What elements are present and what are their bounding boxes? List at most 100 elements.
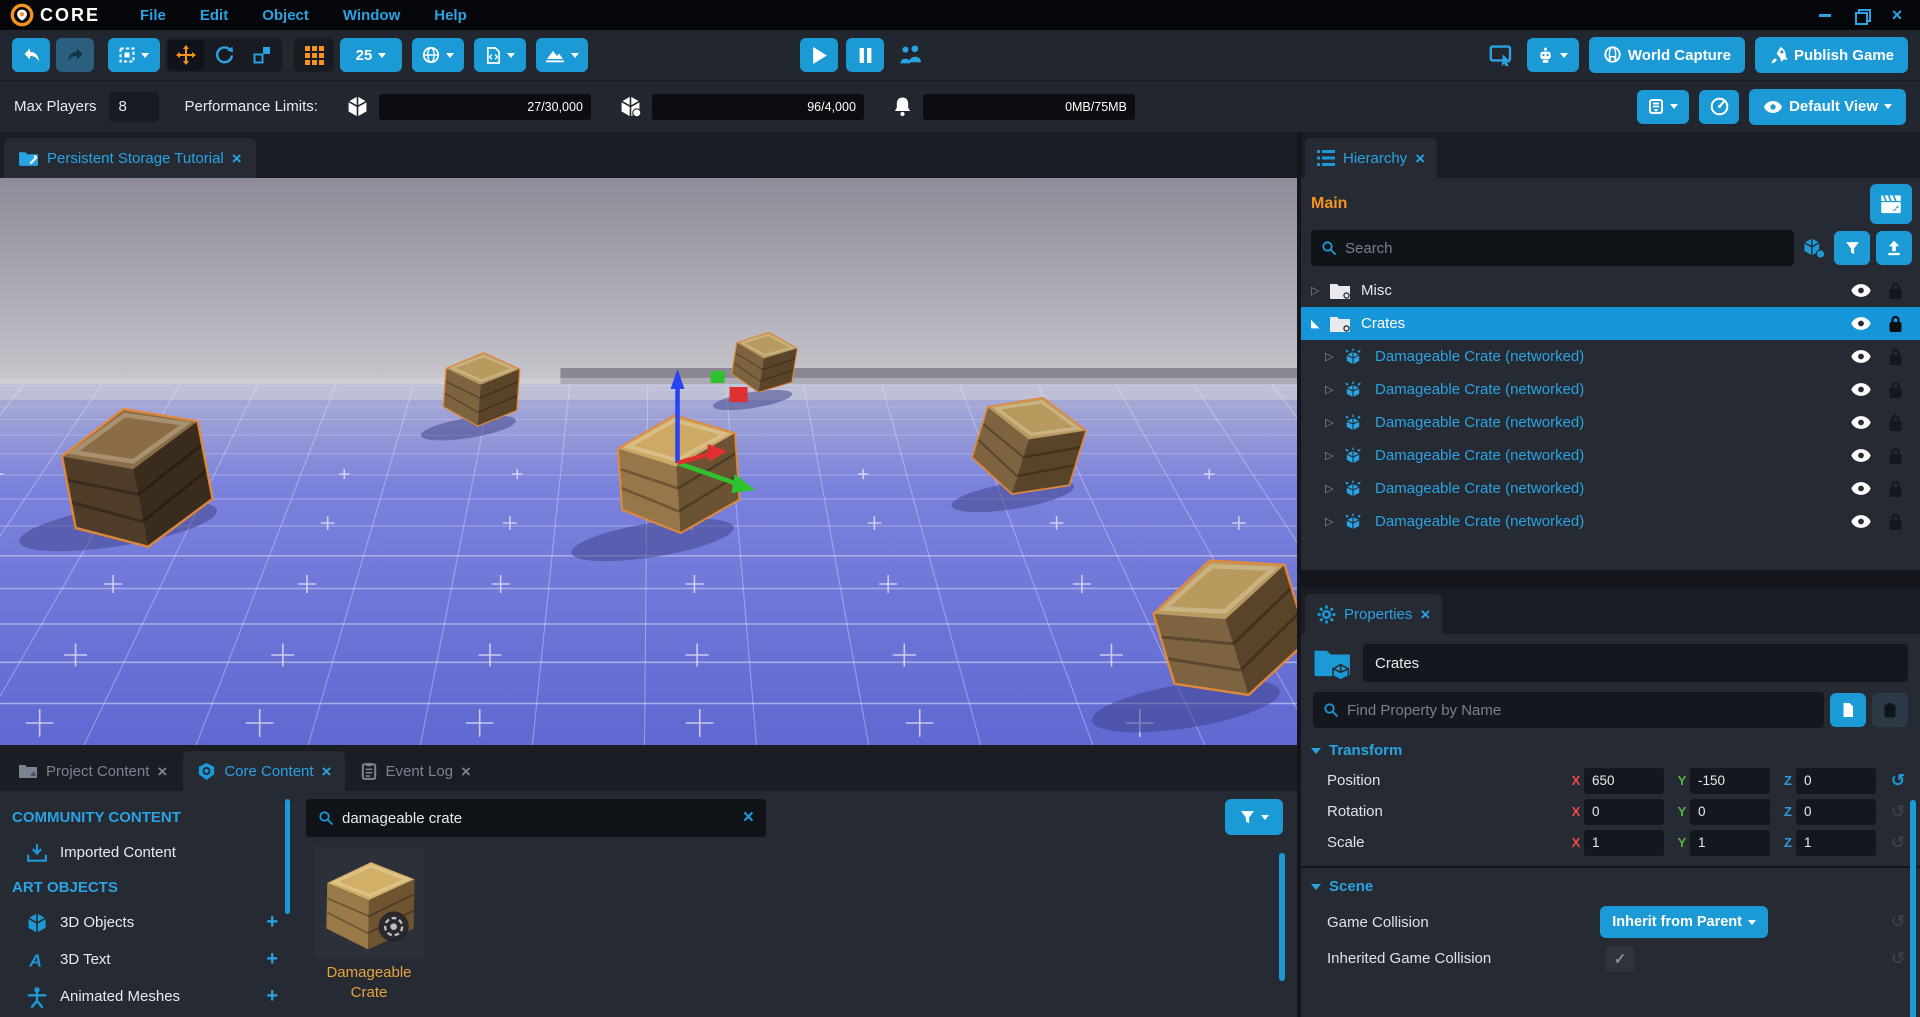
visibility-eye-icon[interactable] [1850,481,1874,496]
hierarchy-row[interactable]: ▷Damageable Crate (networked) [1301,505,1920,538]
reset-inherited-collision-button[interactable]: ↺ [1886,949,1910,969]
gizmo-plane-handle-red[interactable] [730,387,748,402]
add-object-button[interactable]: + [266,985,278,1008]
position-z-input[interactable] [1796,768,1876,794]
grid-size-dropdown[interactable]: 25 [340,38,402,72]
tab-core-content[interactable]: Core Content × [183,751,345,791]
menu-object[interactable]: Object [262,7,309,24]
reset-rotation-button[interactable]: ↺ [1886,802,1910,822]
grid-snap-button[interactable] [296,40,332,70]
visibility-eye-icon[interactable] [1850,349,1874,364]
game-collision-dropdown[interactable]: Inherit from Parent [1600,906,1768,938]
scene-root-label[interactable]: Main [1311,195,1347,213]
tab-hierarchy[interactable]: Hierarchy × [1305,138,1437,178]
scene-section-header[interactable]: Scene [1301,870,1920,901]
close-icon[interactable]: × [1415,150,1425,167]
menu-file[interactable]: File [140,7,166,24]
close-icon[interactable]: × [157,763,167,780]
lock-icon[interactable] [1888,282,1904,300]
rotation-y-input[interactable] [1690,799,1770,825]
visibility-eye-icon[interactable] [1850,382,1874,397]
sidebar-item-3d-objects[interactable]: 3D Objects+ [0,904,292,941]
hierarchy-row[interactable]: ▷Damageable Crate (networked) [1301,439,1920,472]
expand-icon[interactable]: ▷ [1325,383,1343,396]
play-button[interactable] [800,38,838,72]
selection-mode-dropdown[interactable] [108,38,160,72]
tab-event-log[interactable]: Event Log × [347,751,485,791]
position-x-input[interactable] [1584,768,1664,794]
visibility-eye-icon[interactable] [1850,514,1874,529]
rotation-z-input[interactable] [1796,799,1876,825]
property-search-input[interactable] [1347,702,1814,719]
minimize-button[interactable] [1816,6,1834,24]
object-name-input[interactable] [1363,644,1908,682]
clear-search-icon[interactable]: × [743,807,754,829]
close-icon[interactable]: × [322,763,332,780]
menu-help[interactable]: Help [434,7,467,24]
hierarchy-row[interactable]: ◣Crates [1301,307,1920,340]
scene-capture-button[interactable] [1870,184,1912,224]
reset-position-button[interactable]: ↺ [1886,771,1910,791]
sidebar-item-3d-text[interactable]: A3D Text+ [0,941,292,978]
menu-edit[interactable]: Edit [200,7,228,24]
sidebar-item-imported-content[interactable]: Imported Content [0,834,292,871]
visibility-eye-icon[interactable] [1850,316,1874,331]
expand-icon[interactable]: ▷ [1325,449,1343,462]
inherited-game-collision-checkbox[interactable]: ✓ [1606,946,1634,972]
max-players-value[interactable]: 8 [109,92,159,122]
scale-z-input[interactable] [1796,830,1876,856]
visibility-eye-icon[interactable] [1850,283,1874,298]
lock-icon[interactable] [1888,348,1904,366]
menu-window[interactable]: Window [343,7,400,24]
content-search-input[interactable] [342,810,735,827]
expand-icon[interactable]: ▷ [1325,350,1343,363]
lock-icon[interactable] [1888,414,1904,432]
add-object-button[interactable]: + [266,948,278,971]
hierarchy-row[interactable]: ▷Misc [1301,274,1920,307]
lock-icon[interactable] [1888,381,1904,399]
pause-button[interactable] [846,38,884,72]
close-icon[interactable]: × [232,150,242,167]
gizmo-plane-handle-green[interactable] [711,371,725,383]
paste-properties-button[interactable] [1872,693,1908,727]
expand-icon[interactable]: ▷ [1311,284,1329,297]
hierarchy-search-input[interactable] [1345,240,1784,257]
default-view-dropdown[interactable]: Default View [1749,89,1906,125]
tab-properties[interactable]: Properties × [1305,594,1442,634]
hierarchy-row[interactable]: ▷Damageable Crate (networked) [1301,340,1920,373]
expand-icon[interactable]: ▷ [1325,482,1343,495]
scale-y-input[interactable] [1690,830,1770,856]
lock-icon[interactable] [1888,447,1904,465]
scale-x-input[interactable] [1584,830,1664,856]
snapshot-dropdown[interactable] [1637,90,1689,124]
viewport-3d[interactable] [0,178,1297,745]
restore-button[interactable] [1852,6,1870,24]
group-contents-icon[interactable] [1800,235,1828,261]
expand-icon[interactable]: ▷ [1325,515,1343,528]
script-dropdown[interactable] [474,38,526,72]
close-button[interactable]: × [1888,6,1906,24]
add-object-button[interactable]: + [266,911,278,934]
position-y-input[interactable] [1690,768,1770,794]
hierarchy-row[interactable]: ▷Damageable Crate (networked) [1301,406,1920,439]
close-icon[interactable]: × [1420,606,1430,623]
hierarchy-row[interactable]: ▷Damageable Crate (networked) [1301,472,1920,505]
publish-game-button[interactable]: Publish Game [1755,37,1908,73]
content-item-card[interactable]: Damageable Crate [310,847,428,1002]
close-icon[interactable]: × [461,763,471,780]
tab-project-content[interactable]: Project Content × [4,751,181,791]
scale-tool-button[interactable] [244,40,280,70]
bot-dropdown[interactable] [1527,38,1579,72]
world-capture-button[interactable]: World Capture [1589,37,1745,73]
rotation-x-input[interactable] [1584,799,1664,825]
hierarchy-filter-button[interactable] [1834,231,1870,265]
reset-game-collision-button[interactable]: ↺ [1886,912,1910,932]
multiplayer-preview-icon[interactable] [898,45,924,65]
expand-icon[interactable]: ▷ [1325,416,1343,429]
content-filter-button[interactable] [1225,799,1283,835]
terrain-dropdown[interactable] [536,38,588,72]
rotate-tool-button[interactable] [206,40,242,70]
content-scrollbar[interactable] [1279,853,1285,981]
lock-icon[interactable] [1888,480,1904,498]
properties-scrollbar[interactable] [1910,800,1916,1017]
